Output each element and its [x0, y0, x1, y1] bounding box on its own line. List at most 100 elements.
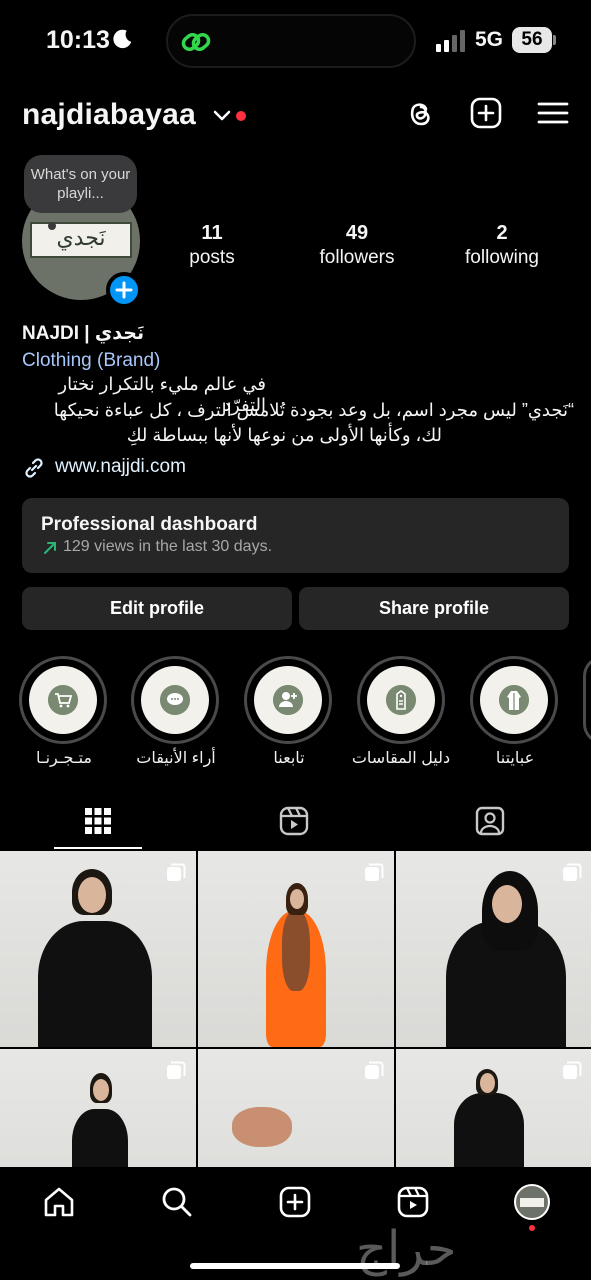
- abaya-icon: [499, 685, 529, 715]
- profile-nav-avatar[interactable]: [514, 1184, 550, 1220]
- signal-icon: [436, 30, 465, 52]
- highlight-reviews[interactable]: أراء الأنيقات: [131, 656, 221, 767]
- highlight-ring: [19, 656, 107, 744]
- tagged-user-icon: [475, 806, 505, 836]
- highlight-ring: [470, 656, 558, 744]
- create-icon[interactable]: [278, 1185, 312, 1219]
- notification-dot: [236, 111, 246, 121]
- highlight-label: متـجـرنـا: [36, 750, 92, 767]
- notes-bubble[interactable]: What's on your playli...: [24, 155, 137, 213]
- trend-up-icon: [44, 542, 56, 554]
- reels-nav-icon[interactable]: [396, 1185, 430, 1219]
- highlight-size-guide[interactable]: دليل المقاسات: [352, 656, 450, 767]
- posts-grid: [0, 851, 591, 1167]
- face-shape: [290, 889, 304, 909]
- share-profile-button[interactable]: Share profile: [299, 587, 569, 630]
- post-thumbnail[interactable]: [0, 1049, 196, 1167]
- bio-line: “نَجدي” ليس مجرد اسم، بل وعد بجودة تُلام…: [53, 400, 574, 420]
- highlight-ring: [244, 656, 332, 744]
- cart-icon: [48, 685, 78, 715]
- status-bar: 10:13 5G 56: [0, 0, 591, 80]
- multiple-images-icon: [167, 1061, 186, 1079]
- post-thumbnail[interactable]: [396, 851, 591, 1047]
- face-shape: [93, 1079, 109, 1101]
- tab-posts[interactable]: [0, 796, 197, 850]
- stat-followers[interactable]: 49 followers: [297, 222, 417, 269]
- tab-tagged[interactable]: [394, 796, 591, 850]
- post-thumbnail[interactable]: [396, 1049, 591, 1167]
- highlight-abayas[interactable]: عبايتنا: [470, 656, 560, 767]
- active-tab-indicator: [54, 847, 142, 849]
- username[interactable]: najdiabayaa: [22, 98, 196, 132]
- highlight-label: أراء الأنيقات: [136, 750, 216, 767]
- face-shape: [78, 877, 106, 913]
- menu-icon[interactable]: [536, 96, 570, 130]
- multiple-images-icon: [167, 863, 186, 881]
- link-icon: [25, 458, 43, 478]
- abaya-figure: [72, 1109, 128, 1167]
- post-thumbnail[interactable]: [198, 1049, 394, 1167]
- dynamic-island: [166, 14, 416, 68]
- highlight-follow[interactable]: تابعنا: [244, 656, 334, 767]
- size-tag-icon: [386, 685, 416, 715]
- highlight-label: عبايتنا: [495, 750, 535, 767]
- dashboard-title: Professional dashboard: [41, 514, 258, 535]
- print-panel-shape: [282, 911, 310, 991]
- tab-reels[interactable]: [197, 796, 394, 850]
- stat-posts-label: posts: [189, 247, 235, 268]
- chevron-down-icon[interactable]: [212, 108, 232, 124]
- notification-dot: [529, 1225, 535, 1231]
- home-icon[interactable]: [42, 1185, 76, 1219]
- stat-followers-label: followers: [319, 247, 395, 268]
- multiple-images-icon: [365, 863, 384, 881]
- highlight-store[interactable]: متـجـرنـا: [19, 656, 109, 767]
- bio-line: لك، وكأنها الأولى من نوعها لأنها ببساطة …: [126, 425, 442, 445]
- threads-icon[interactable]: [403, 96, 437, 130]
- reels-icon: [279, 806, 309, 836]
- profile-category: Clothing (Brand): [22, 350, 161, 371]
- highlight-label: دليل المقاسات: [351, 750, 451, 767]
- stat-followers-count: 49: [345, 222, 369, 244]
- avatar-logo: نَجدي: [30, 222, 132, 258]
- hand-shape: [232, 1107, 292, 1147]
- bottom-navigation: حراج: [0, 1167, 591, 1280]
- avatar-logo-mini: [520, 1198, 544, 1207]
- add-user-icon: [273, 685, 303, 715]
- post-thumbnail[interactable]: [198, 851, 394, 1047]
- face-shape: [492, 885, 522, 923]
- link-chain-icon: [181, 32, 211, 52]
- highlight-cover: [367, 666, 435, 734]
- stat-following-count: 2: [496, 222, 508, 244]
- profile-name: NAJDI | نَجدي: [22, 323, 145, 344]
- highlight-cover: [480, 666, 548, 734]
- highlight-ring: [131, 656, 219, 744]
- profile-tabs: [0, 796, 591, 850]
- highlight-cover: [254, 666, 322, 734]
- abaya-figure: [38, 921, 152, 1047]
- profile-header: najdiabayaa: [0, 90, 591, 142]
- add-story-button[interactable]: [106, 272, 142, 308]
- website-link[interactable]: www.najjdi.com: [55, 456, 186, 478]
- battery-icon: 56: [512, 27, 556, 53]
- professional-dashboard[interactable]: Professional dashboard 129 views in the …: [22, 498, 569, 573]
- abaya-figure: [454, 1093, 524, 1167]
- home-indicator[interactable]: [190, 1263, 400, 1269]
- edit-profile-button[interactable]: Edit profile: [22, 587, 292, 630]
- stat-following[interactable]: 2 following: [442, 222, 562, 269]
- highlight-cover: [141, 666, 209, 734]
- search-icon[interactable]: [160, 1185, 194, 1219]
- dashboard-subtitle: 129 views in the last 30 days.: [63, 538, 273, 555]
- post-thumbnail[interactable]: [0, 851, 196, 1047]
- multiple-images-icon: [563, 1061, 582, 1079]
- stat-posts[interactable]: 11 posts: [152, 222, 272, 269]
- multiple-images-icon: [365, 1061, 384, 1079]
- moon-icon: [113, 29, 132, 49]
- battery-tip: [553, 35, 556, 45]
- create-post-icon[interactable]: [469, 96, 503, 130]
- highlight-cover: [29, 666, 97, 734]
- battery-level: 56: [512, 27, 552, 53]
- highlight-ring-partial[interactable]: [583, 656, 591, 744]
- highlight-label: تابعنا: [273, 750, 305, 767]
- multiple-images-icon: [563, 863, 582, 881]
- status-time: 10:13: [46, 26, 110, 54]
